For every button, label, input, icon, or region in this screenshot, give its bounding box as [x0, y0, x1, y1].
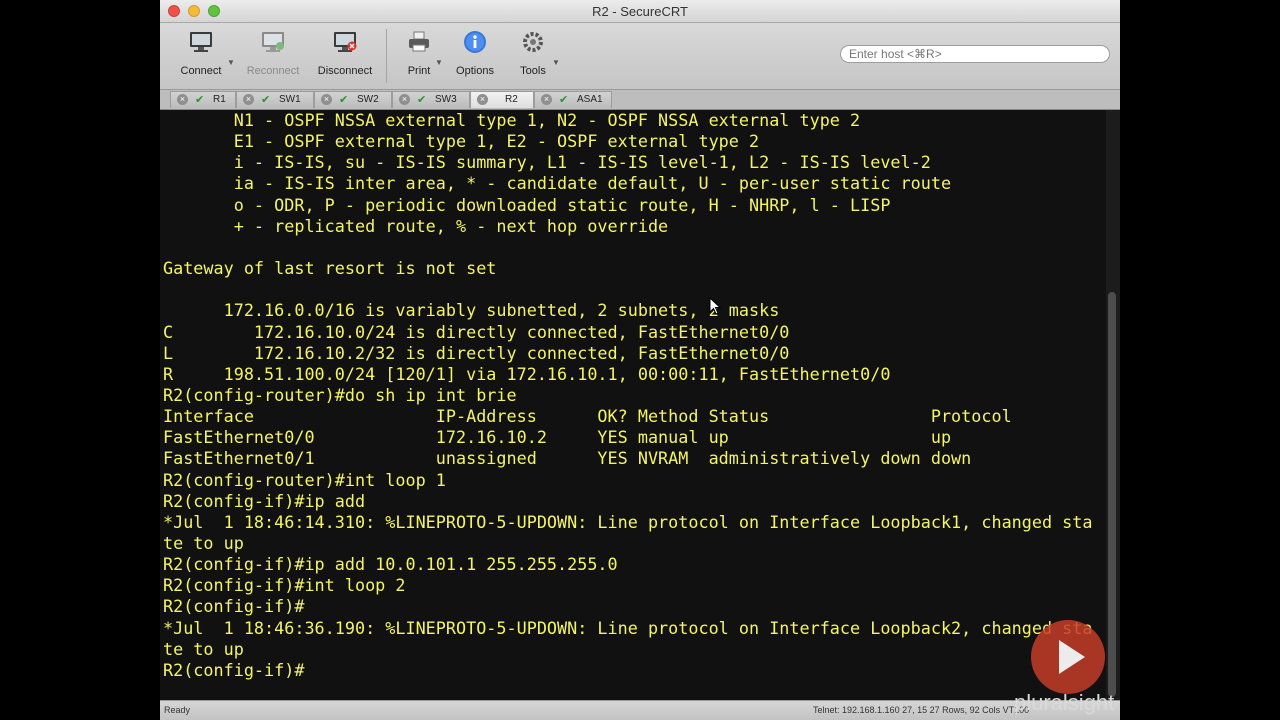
tab-label: SW3	[435, 94, 457, 105]
close-tab-icon[interactable]: ×	[321, 94, 332, 105]
reconnect-button[interactable]: Reconnect	[238, 27, 308, 77]
tab-sw2[interactable]: × ✔ SW2	[314, 91, 392, 108]
host-search-input[interactable]	[840, 45, 1110, 63]
disconnect-monitor-icon	[334, 32, 357, 52]
window-title: R2 - SecureCRT	[592, 4, 688, 19]
terminal-line: C 172.16.10.0/24 is directly connected, …	[163, 321, 790, 342]
tab-sw1[interactable]: × ✔ SW1	[236, 91, 314, 108]
title-bar: R2 - SecureCRT	[160, 0, 1120, 23]
terminal-line: Interface IP-Address OK? Method Status P…	[163, 406, 1012, 427]
close-tab-icon[interactable]: ×	[399, 94, 410, 105]
tab-label: SW1	[279, 94, 301, 105]
terminal-line: Gateway of last resort is not set	[163, 258, 497, 279]
connection-info: Telnet: 192.168.1.160 27, 15 27 Rows, 92…	[813, 705, 1030, 715]
terminal-line: R2(config-if)#int loop 2	[163, 575, 406, 596]
close-tab-icon[interactable]: ×	[177, 94, 188, 105]
close-tab-icon[interactable]: ×	[243, 94, 254, 105]
connect-label: Connect	[180, 65, 222, 77]
tab-sw3[interactable]: × ✔ SW3	[392, 91, 470, 108]
connect-button[interactable]: Connect	[166, 27, 236, 77]
terminal-line: R2(config-if)#	[163, 659, 305, 680]
tab-label: R2	[505, 94, 518, 105]
terminal-line: FastEthernet0/1 unassigned YES NVRAM adm…	[163, 448, 972, 469]
terminal-line: *Jul 1 18:46:14.310: %LINEPROTO-5-UPDOWN…	[163, 511, 1093, 532]
tab-label: R1	[213, 94, 226, 105]
tab-r2[interactable]: × R2	[470, 91, 534, 108]
terminal-line: R2(config-router)#do sh ip int brie	[163, 384, 517, 405]
reconnect-monitor-icon	[262, 32, 284, 52]
terminal-line: N1 - OSPF NSSA external type 1, N2 - OSP…	[163, 110, 861, 130]
reconnect-label: Reconnect	[246, 65, 300, 77]
terminal-line: o - ODR, P - periodic downloaded static …	[163, 194, 891, 215]
tab-r1[interactable]: × ✔ R1	[170, 91, 236, 108]
terminal-line: te to up	[163, 638, 244, 659]
terminal-line: + - replicated route, % - next hop overr…	[163, 215, 669, 236]
status-text: Ready	[164, 705, 191, 715]
connected-check-icon: ✔	[559, 94, 569, 106]
info-icon	[464, 31, 486, 53]
tools-icon	[523, 32, 543, 52]
connect-dropdown-icon[interactable]: ▼	[227, 58, 235, 67]
play-icon	[1031, 620, 1105, 694]
terminal-line: te to up	[163, 533, 244, 553]
securecrt-window: R2 - SecureCRT Connect ▼ Reconnect Disco…	[160, 0, 1120, 720]
connected-check-icon: ✔	[195, 94, 205, 106]
disconnect-label: Disconnect	[317, 65, 373, 77]
terminal-line: FastEthernet0/0 172.16.10.2 YES manual u…	[163, 427, 952, 448]
tools-button[interactable]: Tools	[498, 27, 568, 77]
pluralsight-watermark: pluralsight	[1014, 690, 1115, 715]
disconnect-button[interactable]: Disconnect	[310, 27, 380, 77]
tab-label: ASA1	[577, 94, 603, 105]
mouse-cursor-icon	[709, 297, 721, 315]
terminal-line: R2(config-if)#ip add	[163, 490, 366, 511]
terminal-line: E1 - OSPF external type 1, E2 - OSPF ext…	[163, 131, 760, 152]
terminal-line: R2(config-if)#	[163, 596, 305, 617]
terminal-scrollbar[interactable]	[1106, 110, 1120, 700]
monitor-icon	[190, 32, 212, 52]
terminal-output[interactable]: N1 - OSPF NSSA external type 1, N2 - OSP…	[160, 110, 1106, 700]
connected-check-icon: ✔	[261, 94, 271, 106]
terminal-line: i - IS-IS, su - IS-IS summary, L1 - IS-I…	[163, 152, 931, 173]
tab-label: SW2	[357, 94, 379, 105]
terminal-line: 172.16.0.0/16 is variably subnetted, 2 s…	[163, 300, 780, 321]
terminal-line: R2(config-if)#ip add 10.0.101.1 255.255.…	[163, 554, 618, 575]
scrollbar-thumb[interactable]	[1108, 292, 1116, 697]
terminal-line: R2(config-router)#int loop 1	[163, 469, 446, 490]
session-tab-bar: × ✔ R1 × ✔ SW1 × ✔ SW2 × ✔ SW3 × R2 × ✔ …	[160, 90, 1120, 110]
toolbar: Connect ▼ Reconnect Disconnect Print ▼ O…	[160, 23, 1120, 90]
printer-icon	[409, 31, 429, 52]
tab-asa1[interactable]: × ✔ ASA1	[534, 91, 612, 108]
connected-check-icon: ✔	[339, 94, 349, 106]
terminal-line: ia - IS-IS inter area, * - candidate def…	[163, 173, 952, 194]
terminal-line: *Jul 1 18:46:36.190: %LINEPROTO-5-UPDOWN…	[163, 617, 1093, 638]
close-tab-icon[interactable]: ×	[477, 94, 488, 105]
terminal-line: L 172.16.10.2/32 is directly connected, …	[163, 342, 790, 363]
status-bar: Ready Telnet: 192.168.1.160 27, 15 27 Ro…	[160, 700, 1120, 720]
close-tab-icon[interactable]: ×	[541, 94, 552, 105]
tools-dropdown-icon[interactable]: ▼	[552, 58, 560, 67]
connected-check-icon: ✔	[417, 94, 427, 106]
terminal-line: R 198.51.100.0/24 [120/1] via 172.16.10.…	[163, 363, 891, 384]
